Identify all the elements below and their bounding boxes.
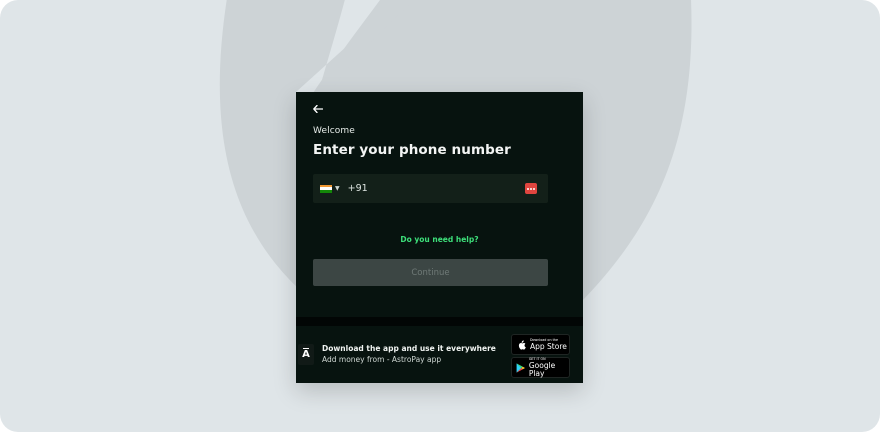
- country-code: +91: [347, 183, 368, 194]
- page-title: Enter your phone number: [313, 142, 511, 158]
- app-store-button[interactable]: Download on the App Store: [511, 334, 570, 355]
- google-play-label: Google Play: [528, 361, 556, 378]
- app-promo-banner: A Download the app and use it everywhere…: [296, 326, 583, 383]
- google-play-button[interactable]: GET IT ON Google Play: [511, 357, 570, 378]
- apple-icon: [518, 339, 526, 350]
- india-flag-icon: [320, 184, 332, 193]
- phone-number-field[interactable]: ▼ +91: [313, 174, 548, 203]
- phone-input[interactable]: [371, 183, 525, 194]
- country-selector[interactable]: ▼: [320, 184, 340, 193]
- app-store-label: App Store: [530, 341, 567, 351]
- google-play-icon: [516, 362, 525, 373]
- arrow-left-icon: [313, 105, 323, 113]
- caret-down-icon: ▼: [335, 185, 340, 192]
- astropay-logo: A: [298, 344, 314, 365]
- app-promo-title: Download the app and use it everywhere: [322, 344, 496, 353]
- help-link[interactable]: Do you need help?: [296, 235, 583, 244]
- keypad-icon[interactable]: [525, 183, 537, 194]
- welcome-text: Welcome: [313, 126, 355, 136]
- continue-button[interactable]: Continue: [313, 259, 548, 286]
- back-button[interactable]: [308, 100, 328, 118]
- app-promo-subtitle: Add money from - AstroPay app: [322, 355, 442, 364]
- section-divider: [296, 317, 583, 326]
- login-modal: Welcome Enter your phone number ▼ +91 Do…: [296, 92, 583, 383]
